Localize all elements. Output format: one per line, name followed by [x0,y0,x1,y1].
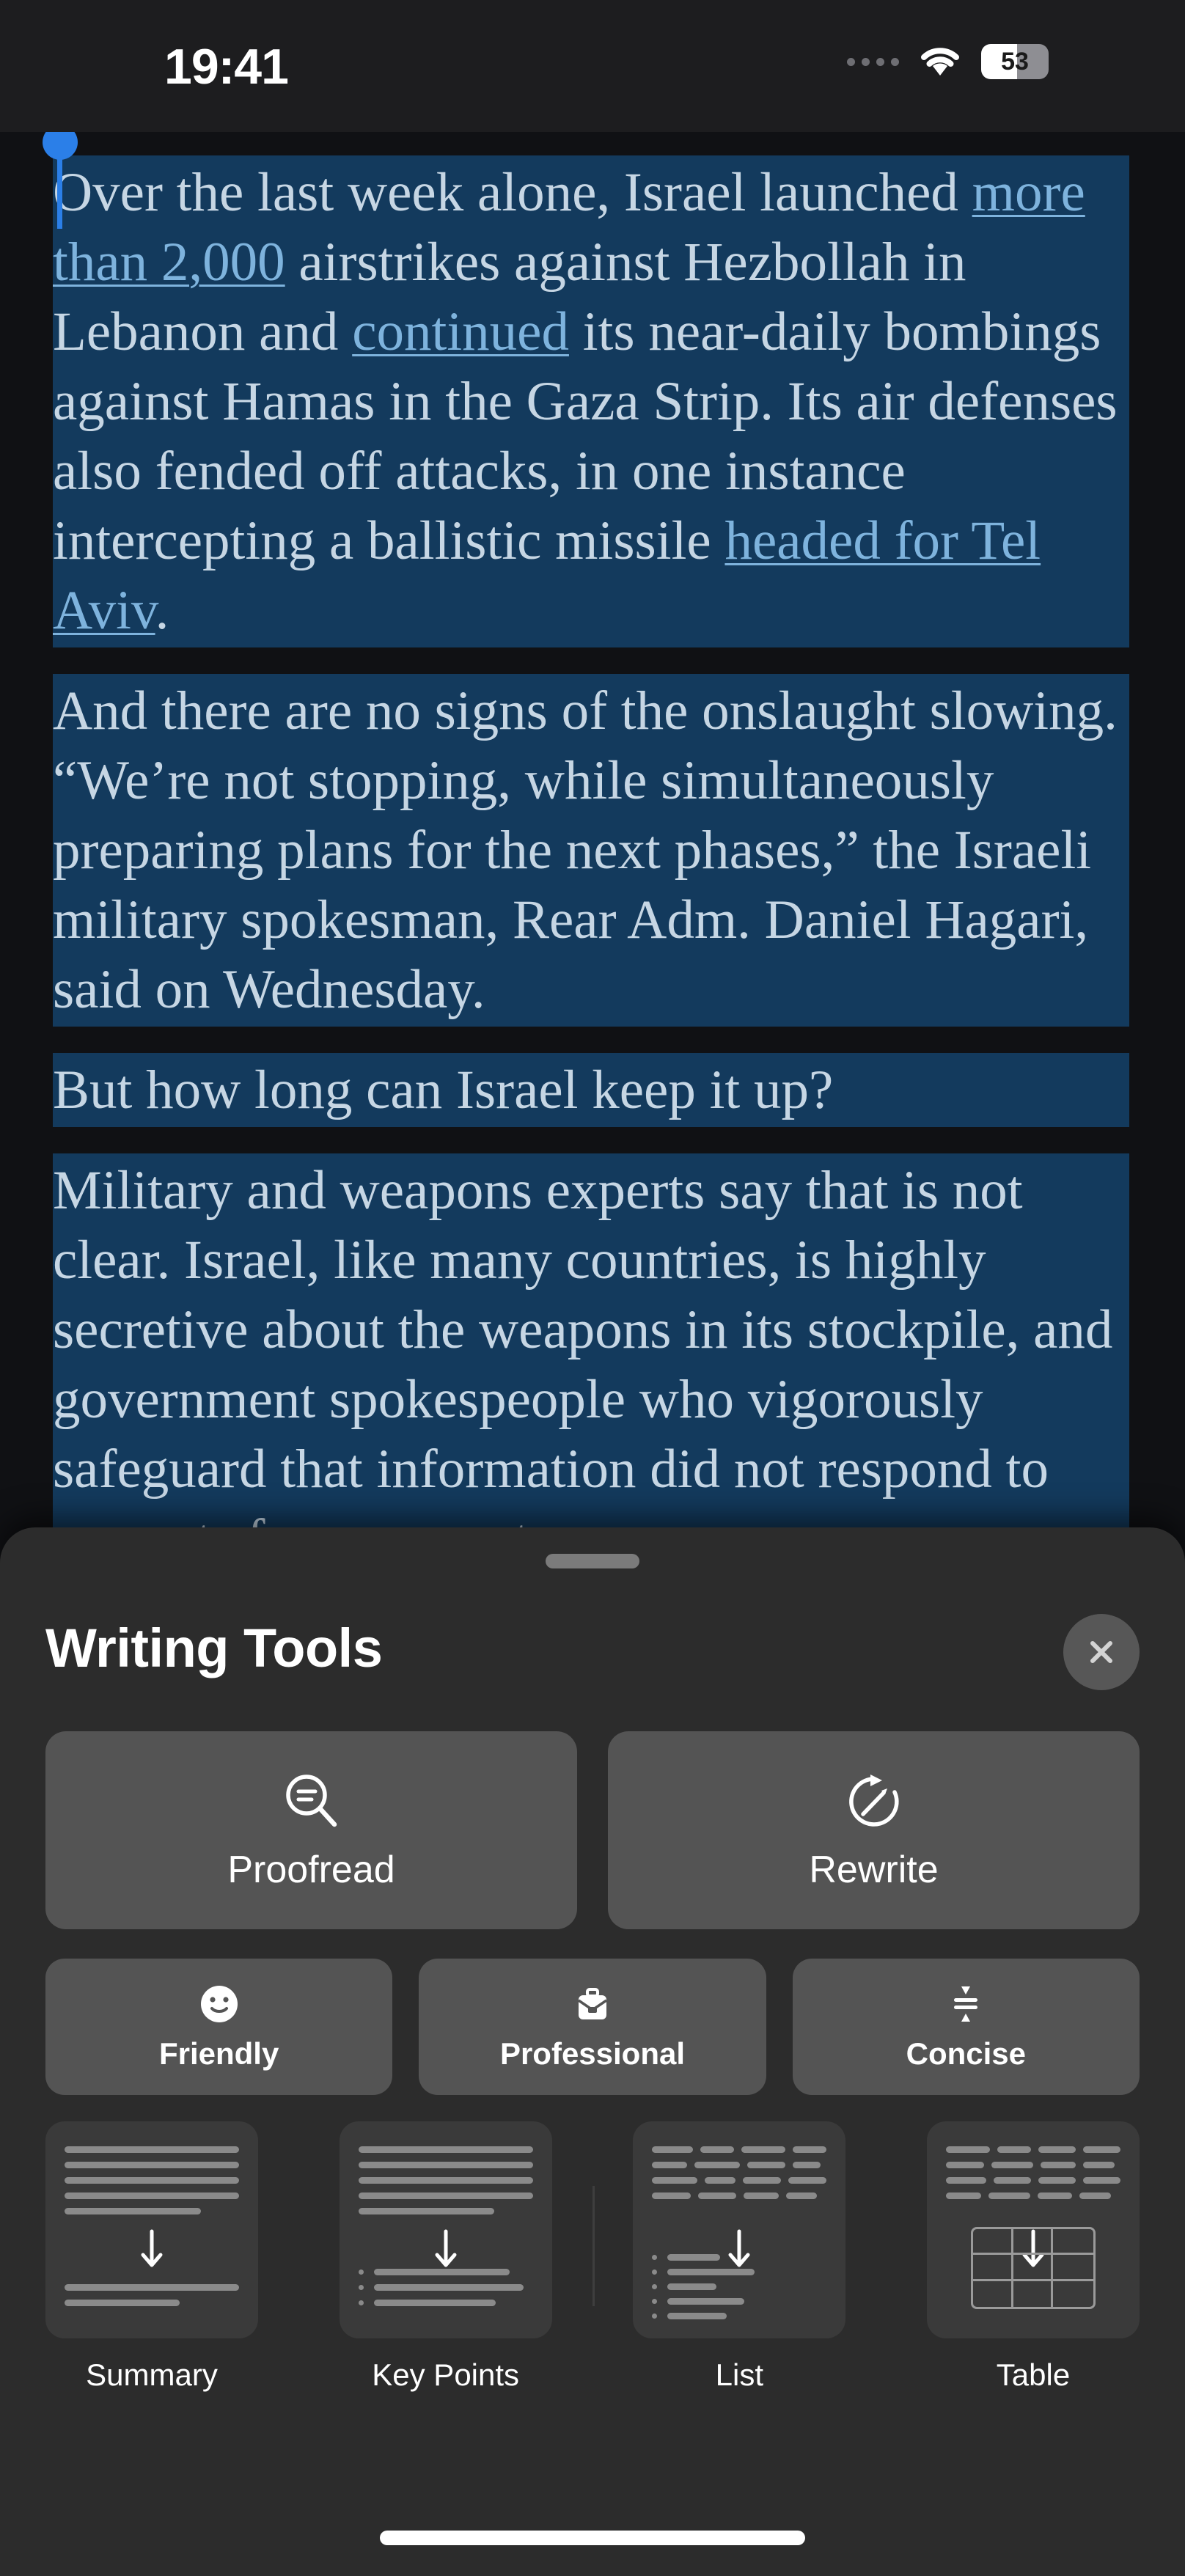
card-divider [592,2186,595,2306]
article-paragraph: But how long can Israel keep it up? [53,1053,1129,1127]
rewrite-button[interactable]: Rewrite [608,1731,1140,1929]
summary-label: Summary [86,2357,218,2392]
article-link[interactable]: continued [352,301,569,362]
close-icon [1090,1641,1112,1663]
article-text-area[interactable]: Over the last week alone, Israel launche… [0,132,1185,1562]
table-label: Table [996,2357,1071,2392]
proofread-label: Proofread [227,1849,395,1891]
primary-actions-row: Proofread Rewrite [45,1731,1140,1929]
concise-button[interactable]: Concise [792,1959,1140,2095]
list-button[interactable]: List [633,2121,846,2393]
magnifier-lines-icon [279,1769,345,1835]
professional-label: Professional [499,2036,686,2071]
writing-tools-sheet: Writing Tools Proofread Rewrite Friendly… [0,1527,1185,2576]
down-arrow-icon [141,2229,163,2267]
status-bar: 19:41 53 [0,0,1185,132]
list-label: List [715,2357,763,2392]
summary-card-icon [45,2121,258,2338]
briefcase-icon [571,1982,614,2026]
home-indicator[interactable] [380,2531,805,2545]
sheet-grabber[interactable] [546,1554,639,1568]
rewrite-label: Rewrite [809,1849,939,1891]
concise-label: Concise [906,2036,1027,2071]
selection-handle-start[interactable] [43,132,78,229]
friendly-label: Friendly [158,2036,279,2071]
battery-indicator: 53 [981,44,1049,79]
compress-lines-icon [944,1982,988,2026]
table-grid [970,2227,1096,2309]
list-card-icon [633,2121,846,2338]
professional-button[interactable]: Professional [419,1959,766,2095]
battery-percent-label: 53 [1001,48,1029,76]
tone-actions-row: Friendly Professional Concise [45,1959,1140,2095]
wifi-icon [918,45,962,78]
circular-arrow-pencil-icon [841,1769,907,1835]
close-button[interactable] [1063,1614,1140,1690]
smiley-face-icon [197,1982,241,2026]
key-points-button[interactable]: Key Points [339,2121,552,2393]
table-button[interactable]: Table [926,2121,1140,2393]
summary-button[interactable]: Summary [45,2121,258,2393]
article-paragraph: And there are no signs of the onslaught … [53,674,1129,1027]
page-title: Writing Tools [45,1618,383,1678]
phone-screen: 19:41 53 Over the last week alone, Israe… [0,0,1185,2576]
table-card-icon [926,2121,1140,2338]
status-bar-indicators: 53 [847,44,1049,79]
key-points-label: Key Points [372,2357,520,2392]
article-link[interactable]: more than 2,000 [53,162,1085,293]
status-bar-clock: 19:41 [164,39,289,95]
signal-dots-icon [847,57,899,66]
selected-text-block[interactable]: Over the last week alone, Israel launche… [53,155,1129,1562]
key-points-card-icon [339,2121,552,2338]
proofread-button[interactable]: Proofread [45,1731,577,1929]
article-paragraph: Over the last week alone, Israel launche… [53,155,1129,647]
article-paragraph: Military and weapons experts say that is… [53,1153,1129,1562]
article-link[interactable]: headed for Tel Aviv [53,510,1041,641]
friendly-button[interactable]: Friendly [45,1959,393,2095]
down-arrow-icon [435,2229,457,2267]
